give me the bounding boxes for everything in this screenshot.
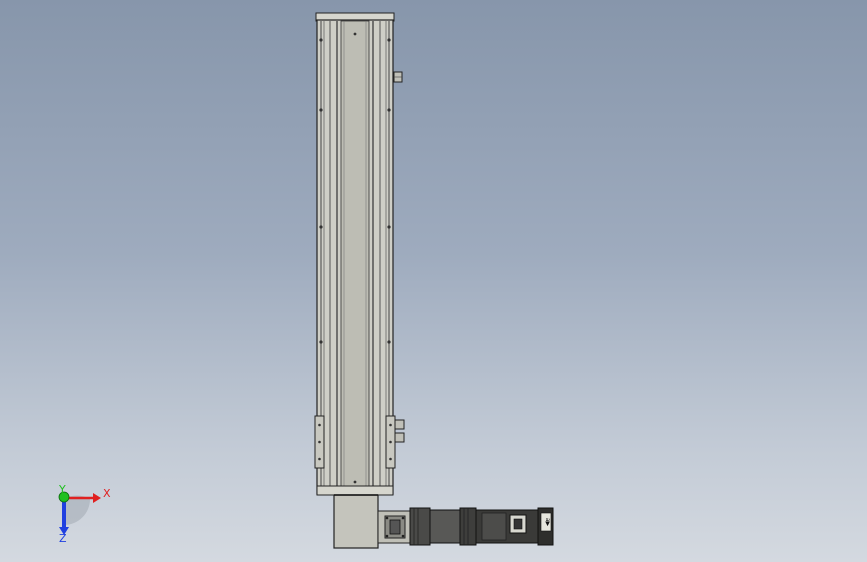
motor-adapter[interactable] — [409, 507, 477, 546]
z-axis-label: Z — [59, 532, 67, 545]
x-axis-label: X — [103, 487, 111, 500]
linear-actuator[interactable] — [314, 12, 405, 496]
motor-coupling[interactable] — [377, 510, 411, 544]
motor-label: a▶ — [544, 518, 551, 527]
rail-cover-strip — [340, 20, 370, 495]
limit-sensor-bottom-2 — [394, 432, 405, 443]
motor-bracket[interactable] — [333, 494, 379, 549]
bottom-end-cap — [316, 485, 394, 496]
servo-motor[interactable]: a▶ — [475, 507, 554, 546]
x-axis-arrow — [93, 493, 101, 503]
limit-sensor-bottom-1 — [394, 419, 405, 430]
axis-triad: X Y Z — [58, 483, 111, 545]
cad-viewport[interactable]: a▶ X Y Z — [0, 0, 867, 562]
y-axis-label: Y — [58, 483, 66, 496]
